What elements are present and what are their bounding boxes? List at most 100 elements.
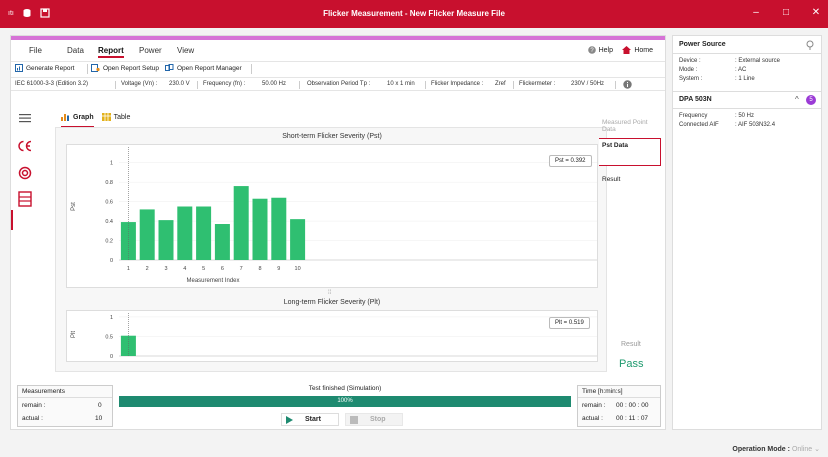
period-value: 10 x 1 min <box>387 81 415 87</box>
menu-power[interactable]: Power <box>139 46 162 55</box>
y-axis-label: Pst <box>71 202 77 211</box>
mode-value: : AC <box>735 67 747 73</box>
window-title: Flicker Measurement - New Flicker Measur… <box>323 9 505 18</box>
open-report-setup-label: Open Report Setup <box>103 64 160 72</box>
help-label: Help <box>598 46 613 54</box>
system-value: : 1 Line <box>735 76 755 82</box>
stop-label: Stop <box>370 416 386 423</box>
x-tick-label: 1 <box>127 266 130 272</box>
measurements-actual-label: actual : <box>22 415 43 422</box>
pst-chart[interactable]: 0 0.2 0.4 0.6 0.8 1 Pst 1 2 3 4 5 6 7 8 9 10 Measurement … <box>67 145 599 289</box>
bar[interactable] <box>177 206 193 261</box>
operation-mode[interactable]: Operation Mode : Online ⌄ <box>732 445 820 453</box>
start-label: Start <box>305 416 321 423</box>
info-divider <box>513 81 514 89</box>
tab-table-label: Table <box>113 113 131 121</box>
connected-aif-label: Connected AIF <box>679 122 719 128</box>
plt-chart[interactable]: 0 0.5 1 Plt <box>67 311 599 363</box>
plt-readout: Plt = 0.519 <box>549 317 590 329</box>
bar[interactable] <box>196 206 212 261</box>
panel-divider <box>673 108 821 109</box>
chevron-down-icon: ⌄ <box>814 446 820 453</box>
operation-mode-label: Operation Mode : <box>732 446 790 453</box>
view-tabs: Graph Table <box>61 111 131 128</box>
hamburger-menu-button[interactable] <box>17 110 33 126</box>
main-panel: File Data Report Power View ? Help Home … <box>10 35 666 430</box>
tab-graph-label: Graph <box>73 113 94 121</box>
bar[interactable] <box>290 219 306 260</box>
menu-report[interactable]: Report <box>98 46 124 58</box>
home-icon <box>622 46 632 54</box>
status-panel: Measurements remain : 0 actual : 10 Test… <box>11 381 665 429</box>
open-report-setup-button[interactable]: Open Report Setup <box>91 64 159 72</box>
menu-data[interactable]: Data <box>67 46 84 55</box>
left-toolbar <box>11 93 39 373</box>
plt-chart-panel[interactable]: 0 0.5 1 Plt Plt = 0.519 <box>66 310 598 362</box>
open-report-manager-button[interactable]: Open Report Manager <box>165 64 242 72</box>
y-tick-label: 0 <box>110 354 113 360</box>
menu-view[interactable]: View <box>177 46 194 55</box>
home-button[interactable]: Home <box>622 46 653 54</box>
mode-label: Mode : <box>679 67 698 73</box>
maximize-button[interactable]: □ <box>780 7 792 18</box>
time-remain-label: remain : <box>582 402 606 409</box>
tab-graph[interactable]: Graph <box>61 111 94 128</box>
tab-measured-point-data[interactable]: Measured Point Data <box>599 116 661 136</box>
tab-pst-data[interactable]: Pst Data <box>599 138 661 166</box>
bar[interactable] <box>252 198 268 260</box>
collapse-icon[interactable]: ^ <box>795 95 799 104</box>
minimize-button[interactable]: – <box>750 7 762 18</box>
x-tick-label: 5 <box>202 266 205 272</box>
impedance-value: Zref <box>495 81 506 87</box>
info-divider <box>425 81 426 89</box>
device-label: Device : <box>679 58 701 64</box>
voltage-label: Voltage (Vn) : <box>121 81 158 87</box>
bar-chart-icon <box>61 114 69 121</box>
x-tick-label: 2 <box>146 266 149 272</box>
target-mode-button[interactable] <box>17 165 33 181</box>
flickermeter-label: Flickermeter : <box>519 81 556 87</box>
device-frequency-value: : 50 Hz <box>735 113 755 119</box>
bar[interactable] <box>271 197 287 260</box>
start-button[interactable]: Start <box>281 413 339 426</box>
flicker-mode-button[interactable] <box>17 191 33 207</box>
data-side-tabs: Measured Point Data Pst Data Result <box>599 111 661 371</box>
progress-text: 100% <box>337 398 353 404</box>
report-toolbar: Generate Report Open Report Setup Open R… <box>11 61 665 75</box>
panel-divider <box>673 91 821 92</box>
power-source-title: Power Source <box>679 41 726 48</box>
bar[interactable] <box>158 220 174 260</box>
splitter-grip[interactable]: ⁞⁞ <box>328 290 331 296</box>
generate-report-button[interactable]: Generate Report <box>15 64 74 72</box>
flickermeter-value: 230V / 50Hz <box>571 81 605 87</box>
time-remain-value: 00 : 00 : 00 <box>616 402 649 409</box>
tab-table[interactable]: Table <box>101 111 131 125</box>
bar[interactable] <box>139 209 155 260</box>
info-icon[interactable] <box>623 80 632 89</box>
time-actual-label: actual : <box>582 415 603 422</box>
ce-mode-button[interactable] <box>17 138 33 154</box>
menu-file[interactable]: File <box>29 46 42 55</box>
report-icon <box>15 64 23 72</box>
device-frequency-label: Frequency <box>679 113 708 119</box>
bar[interactable] <box>214 224 230 260</box>
toolbar-divider <box>251 64 252 74</box>
accent-strip <box>11 36 665 40</box>
y-tick-label: 0 <box>110 258 113 264</box>
pin-icon[interactable] <box>805 40 815 50</box>
help-icon: ? <box>587 46 596 54</box>
hamburger-icon <box>19 114 31 123</box>
measurements-header: Measurements <box>18 386 112 398</box>
ce-mark-icon <box>18 140 32 152</box>
pst-chart-panel[interactable]: 0 0.2 0.4 0.6 0.8 1 Pst 1 2 3 4 5 6 7 8 9 10 Measurement … <box>66 144 598 288</box>
flicker-meter-icon <box>18 191 32 207</box>
report-manager-icon <box>165 64 174 71</box>
stop-button[interactable]: Stop <box>345 413 403 426</box>
y-tick-label: 1 <box>110 161 113 167</box>
help-button[interactable]: ? Help <box>587 46 613 54</box>
bar[interactable] <box>233 186 249 260</box>
tab-result[interactable]: Result <box>599 173 661 186</box>
y-tick-label: 0.4 <box>105 219 113 225</box>
close-button[interactable]: ✕ <box>810 7 822 18</box>
status-text: Test finished (Simulation) <box>308 385 382 392</box>
